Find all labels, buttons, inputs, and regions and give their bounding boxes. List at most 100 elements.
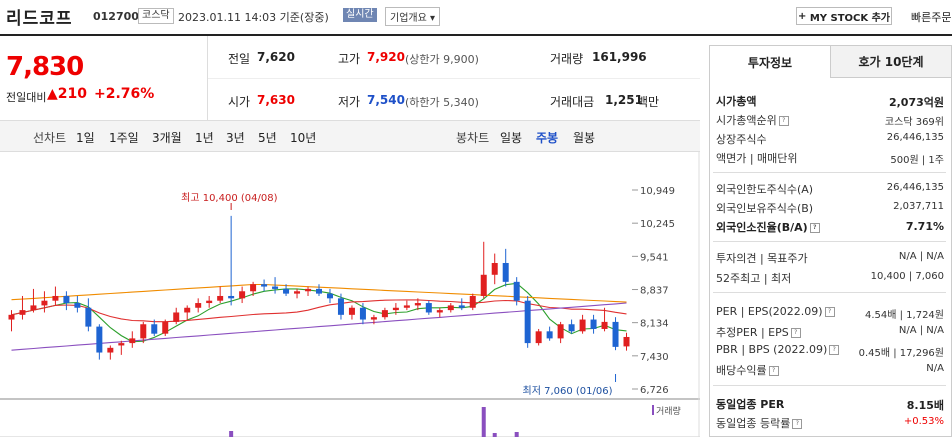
candle-body [579,319,586,332]
info-row-label-text: 액면가 | 매매단위 [716,152,798,165]
info-row-label-text: 시가총액순위 [716,114,777,127]
low-label: 저가 [338,95,361,109]
candle-body [272,286,279,289]
low-annotation: 최저 7,060 (01/06) [523,385,613,397]
candle-body [217,295,224,301]
candle-body [348,307,355,315]
plus-icon: + [797,10,810,22]
period-3y[interactable]: 3년 [226,129,245,146]
candle-body [458,305,465,308]
info-row-label: 52주최고 | 최저 [716,270,791,286]
info-row-label: 투자의견 | 목표주가 [716,250,808,266]
timestamp: 2023.01.11 14:03 기준(장중) [178,11,329,24]
help-icon[interactable]: ? [768,366,779,376]
period-3m[interactable]: 3개월 [152,129,182,146]
divider [713,172,946,173]
candle-body [261,284,268,287]
volume-value: 161,996 [592,50,647,64]
high-label: 고가 [338,52,361,66]
candle-body [41,300,48,306]
candle-body [74,303,81,308]
prev-close-value: 7,620 [257,50,295,64]
candle-body [491,262,498,275]
info-row-label-text: 추정PER | EPS [716,326,789,339]
info-row-label-text: 외국인보유주식수(B) [716,202,814,215]
info-row-label-text: 52주최고 | 최저 [716,272,792,285]
info-row-value: 0.45배 | 17,296원 [858,348,944,359]
period-1d[interactable]: 1일 [76,129,95,146]
volume-bar [514,432,519,437]
candle-body [502,262,509,282]
info-row-value: 26,446,135 [886,132,944,143]
candle-body [63,295,70,304]
info-row-label-text: 외국인소진율(B/A) [716,221,808,234]
divider [208,78,700,79]
candle-body [359,307,366,320]
price-chart: 10,949 10,245 9,541 8,837 8,134 7,430 6,726 최고… [0,152,700,437]
info-row-label-text: 상장주식수 [716,133,767,146]
candle-body [228,295,235,299]
high-annotation: 최고 10,400 (04/08) [181,192,277,204]
open-value: 7,630 [257,93,295,107]
info-row-label: 시가총액 [716,93,756,109]
period-1w[interactable]: 1주일 [109,129,139,146]
prev-close-label: 전일 [228,52,251,66]
realtime-badge[interactable]: 실시간 [343,8,377,22]
info-row-label-text: 시가총액 [716,95,757,108]
help-icon[interactable]: ? [778,116,789,126]
candle-body [436,310,443,313]
candle-body [370,317,377,320]
info-row-label: 시가총액순위? [716,112,789,128]
period-daily[interactable]: 일봉 [500,129,522,146]
candle-body [85,307,92,327]
stock-name: 리드코프 [6,9,73,29]
candle-body [337,298,344,315]
candle-body [52,295,59,301]
volume-bar [481,407,486,437]
lower-limit: (하한가 5,340) [405,96,479,109]
divider [713,292,946,293]
amount-label: 거래대금 [550,95,595,109]
period-1y[interactable]: 1년 [195,129,214,146]
info-row-label-text: 동일업종 PER [716,398,785,411]
candle-body [107,347,114,353]
candle-body [513,281,520,301]
tab-investment-info[interactable]: 투자정보 [710,46,830,78]
info-row-label: 상장주식수 [716,131,767,147]
period-monthly[interactable]: 월봉 [573,129,595,146]
candle-body [173,312,180,322]
candle-body [151,324,158,334]
candle-body [30,305,37,311]
candle-body [612,321,619,347]
y-tick-label: 7,430 [640,352,669,363]
add-mystock-label: MY STOCK 추가 [809,12,891,24]
info-row-value: 2,073억원 [888,96,944,109]
candle-body [414,303,421,306]
company-overview-dropdown[interactable]: 기업개요 ▾ [385,7,440,26]
add-mystock-button[interactable]: + MY STOCK 추가 [796,7,892,25]
period-weekly[interactable]: 주봉 [536,129,558,146]
candle-body [480,274,487,296]
info-row-label: 추정PER | EPS? [716,324,801,340]
volume-bar [229,431,234,437]
candle-body [96,326,103,353]
candle-body [403,305,410,308]
period-10y[interactable]: 10년 [290,129,316,146]
info-row-label: 외국인한도주식수(A) [716,181,813,197]
y-tick-label: 8,134 [640,319,669,330]
divider [713,385,946,386]
candle-body [206,300,213,304]
candle-body [381,310,388,318]
candle-body [162,321,169,334]
open-label: 시가 [228,95,251,109]
tab-orderbook[interactable]: 호가 10단계 [830,46,951,78]
period-5y[interactable]: 5년 [258,129,277,146]
candle-body [305,288,312,292]
info-row-value: N/A | N/A [898,325,944,336]
current-price: 7,830 [6,52,84,82]
candle-body [535,331,542,344]
quick-order-link[interactable]: 빠른주문 [911,9,951,25]
info-row-value: N/A [926,363,944,374]
info-row-value: 코스닥 369위 [884,117,944,128]
info-row-value: 7.71% [905,220,944,233]
